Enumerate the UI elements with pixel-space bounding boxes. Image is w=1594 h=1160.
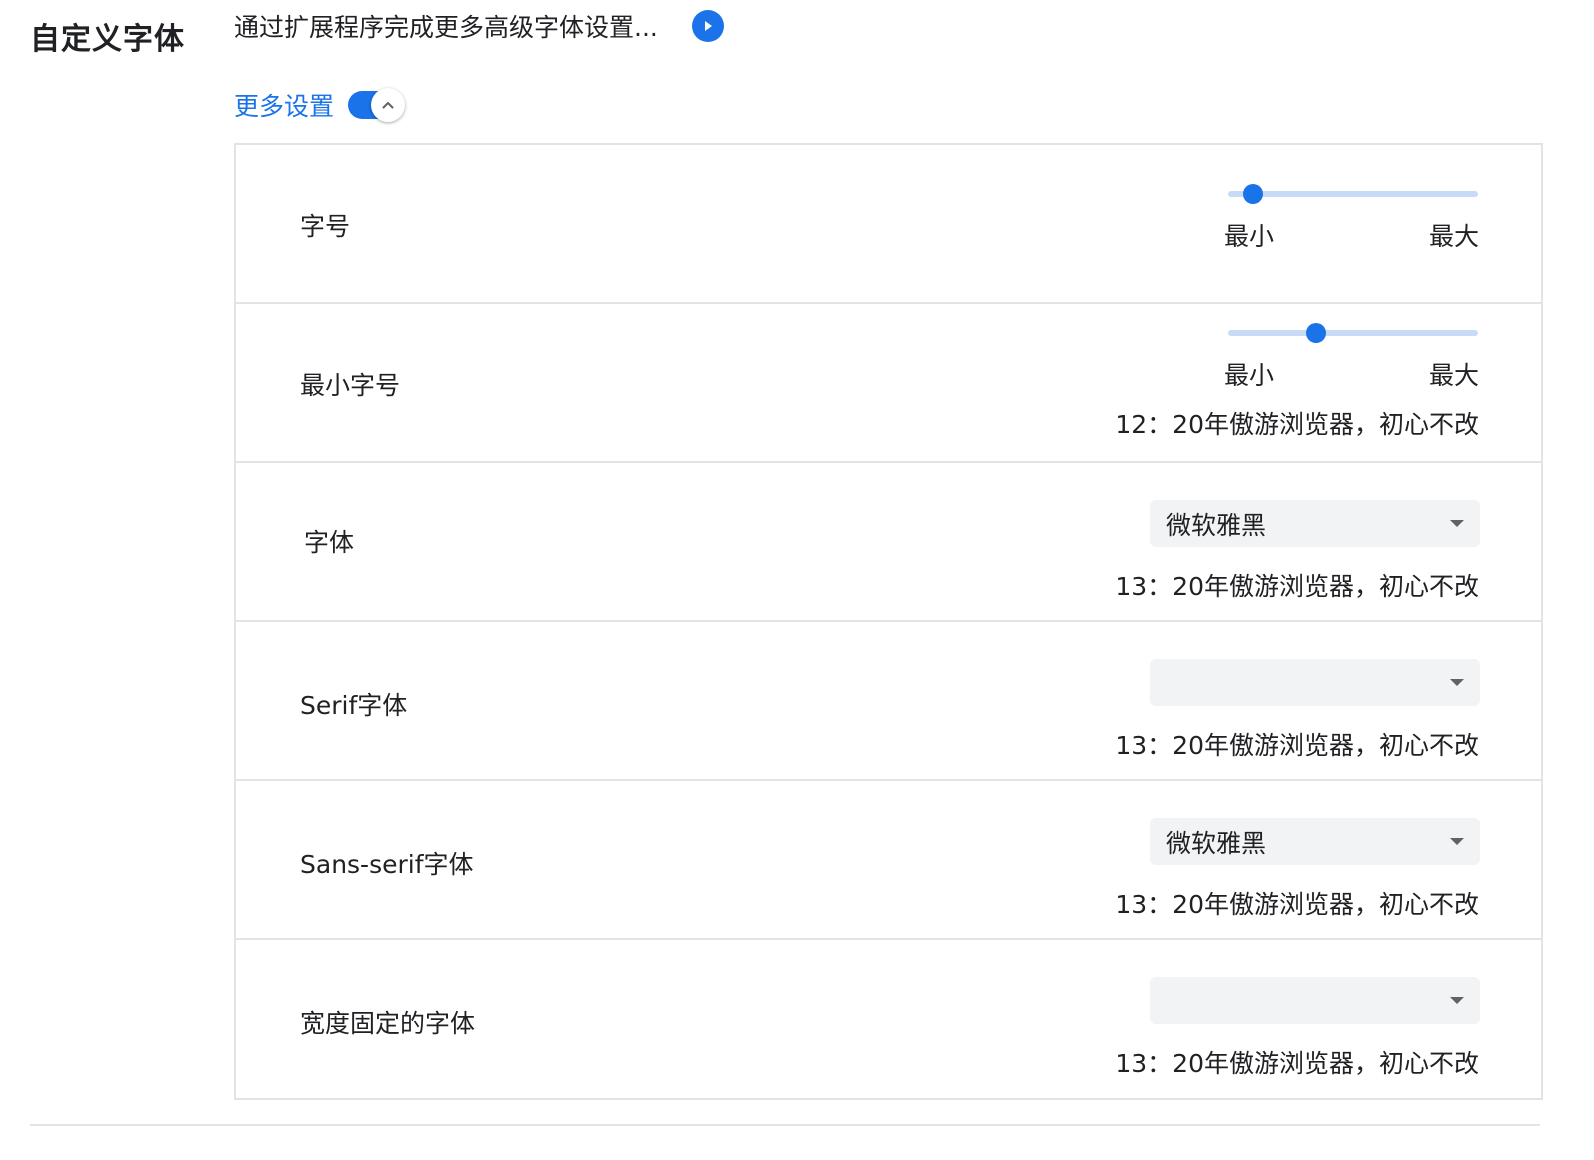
font-size-slider[interactable] [1228,182,1478,206]
play-arrow-icon [704,21,712,31]
min-font-size-slider[interactable] [1228,321,1478,345]
sans-serif-font-select[interactable]: 微软雅黑 [1150,818,1480,865]
sans-serif-font-row: Sans-serif字体 微软雅黑 13：20年傲游浏览器，初心不改 [236,781,1541,940]
fixed-width-font-select[interactable] [1150,977,1480,1024]
more-settings-toggle[interactable] [348,88,406,122]
slider-track [1228,330,1478,336]
dropdown-arrow-icon [1450,679,1464,686]
toggle-knob [371,88,406,122]
extension-open-button[interactable] [691,10,724,42]
slider-max-label: 最大 [1428,361,1479,390]
slider-min-label: 最小 [1224,222,1275,251]
select-value: 微软雅黑 [1166,828,1267,858]
slider-min-label: 最小 [1224,361,1275,390]
font-size-row: 字号 最小 最大 [236,145,1541,304]
more-settings-row: 更多设置 [234,86,406,124]
standard-font-select[interactable]: 微软雅黑 [1150,500,1480,547]
standard-font-label: 字体 [304,528,355,557]
slider-knob[interactable] [1305,323,1326,343]
select-value: 微软雅黑 [1166,510,1267,540]
dropdown-arrow-icon [1450,997,1464,1004]
min-font-size-row: 最小字号 最小 最大 12：20年傲游浏览器，初心不改 [236,304,1541,463]
section-divider [30,1124,1540,1126]
serif-font-row: Serif字体 13：20年傲游浏览器，初心不改 [236,622,1541,781]
serif-font-label: Serif字体 [300,691,408,720]
fixed-width-font-row: 宽度固定的字体 13：20年傲游浏览器，初心不改 [236,940,1541,1099]
font-preview-text: 13：20年傲游浏览器，初心不改 [1115,1049,1479,1078]
chevron-up-icon [382,102,394,109]
extension-row: 通过扩展程序完成更多高级字体设置... [234,8,724,44]
font-settings-panel: 字号 最小 最大 最小字号 最小 最大 12：20年傲游浏览器，初心不改 字体 … [234,143,1543,1100]
font-preview-text: 12：20年傲游浏览器，初心不改 [1115,410,1479,439]
fixed-width-font-label: 宽度固定的字体 [300,1009,476,1038]
slider-max-label: 最大 [1428,222,1479,251]
extension-link-text[interactable]: 通过扩展程序完成更多高级字体设置... [234,8,658,44]
serif-font-select[interactable] [1150,659,1480,706]
font-preview-text: 13：20年傲游浏览器，初心不改 [1115,890,1479,919]
font-size-label: 字号 [300,212,351,241]
standard-font-row: 字体 微软雅黑 13：20年傲游浏览器，初心不改 [236,463,1541,622]
min-font-size-label: 最小字号 [300,371,401,400]
sans-serif-font-label: Sans-serif字体 [300,850,474,879]
font-preview-text: 13：20年傲游浏览器，初心不改 [1115,572,1479,601]
section-title: 自定义字体 [30,22,185,57]
more-settings-label[interactable]: 更多设置 [234,87,334,123]
dropdown-arrow-icon [1450,838,1464,845]
dropdown-arrow-icon [1450,520,1464,527]
slider-track [1228,191,1478,197]
font-preview-text: 13：20年傲游浏览器，初心不改 [1115,731,1479,760]
slider-knob[interactable] [1243,184,1263,204]
